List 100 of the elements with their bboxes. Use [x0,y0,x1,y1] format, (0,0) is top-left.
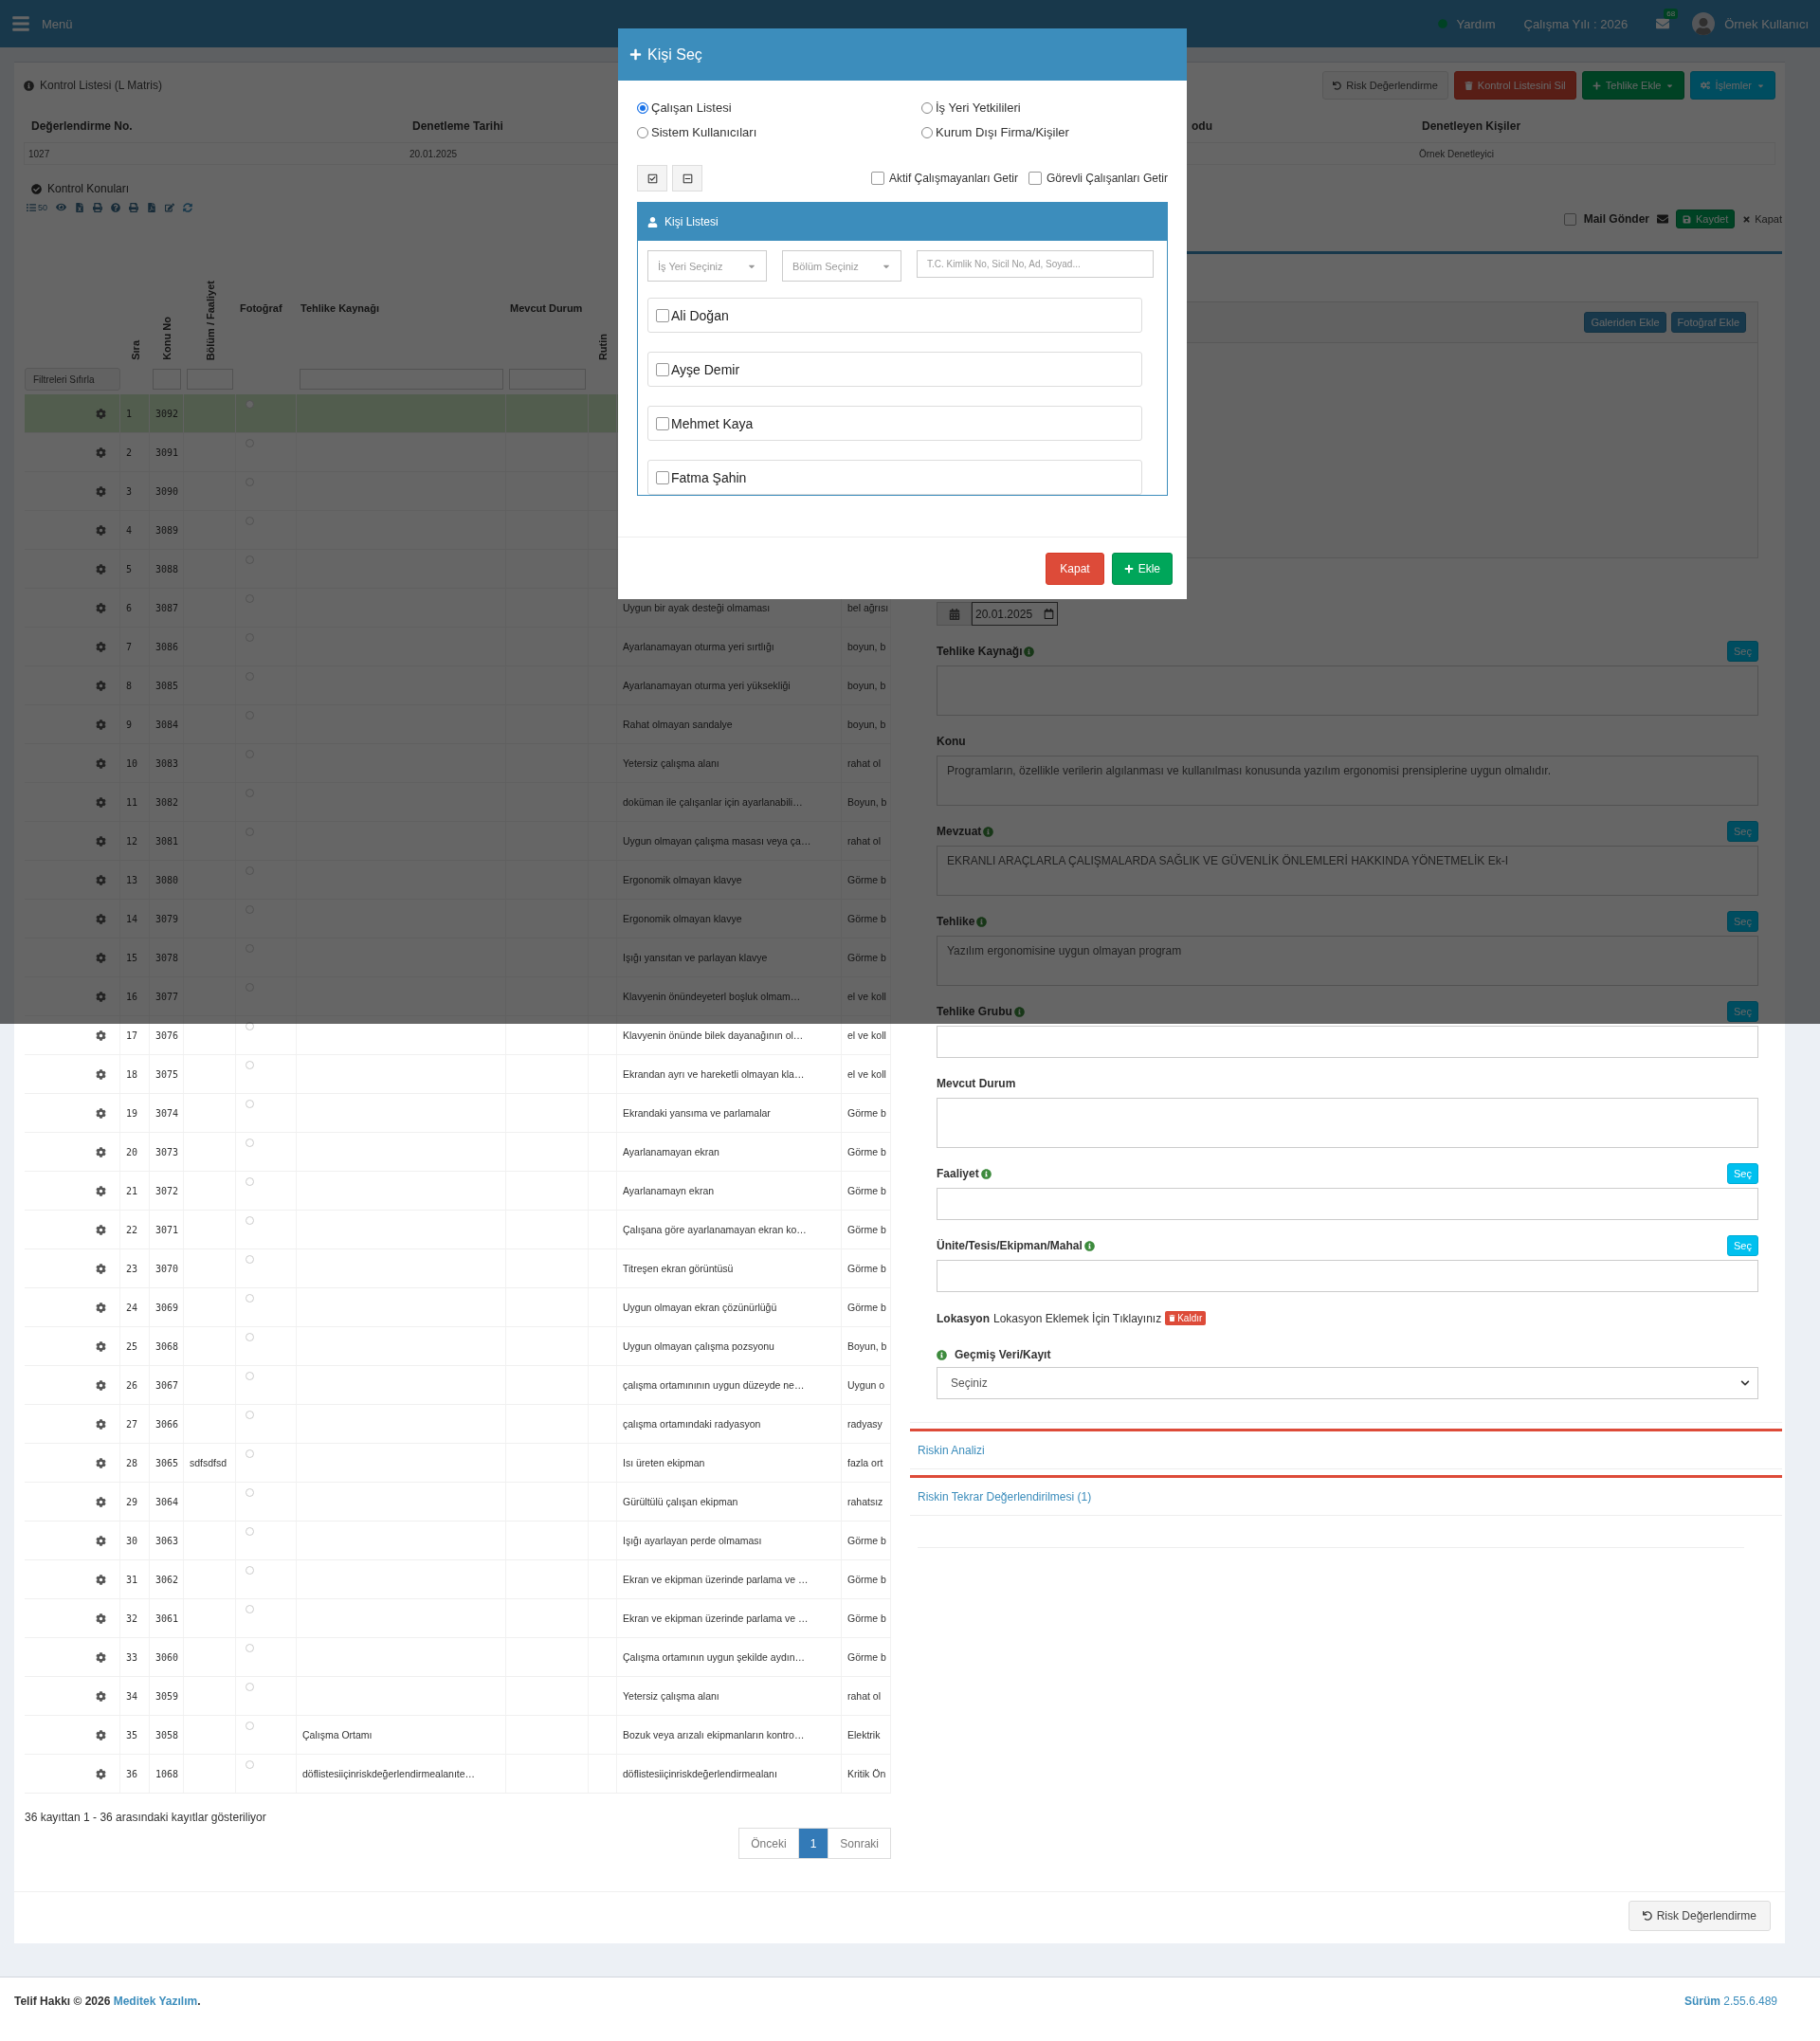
radio-label[interactable]: Kurum Dışı Firma/Kişiler [936,125,1069,139]
column-header[interactable]: Rutin [597,333,609,360]
photo-radio[interactable] [246,1333,254,1341]
text-area[interactable]: EKRANLI ARAÇLARLA ÇALIŞMALARDA SAĞLIK VE GÜVENLİK ÖNLEMLERİ HAKKINDA YÖNETMELİK Ek-I [937,846,1758,896]
select-button[interactable]: Seç [1727,1001,1758,1022]
modal-button[interactable]: Kapat [1046,552,1104,585]
table-row[interactable]: 21 3072 Ayarlanamayn ekran Görme b [25,1172,891,1211]
select-button[interactable]: Seç [1727,1163,1758,1184]
close-link[interactable]: Kapat [1742,213,1782,225]
user-name[interactable]: Örnek Kullanıcı [1724,16,1809,31]
date-field[interactable]: 20.01.2025 [972,602,1058,626]
checkbox[interactable] [656,416,669,430]
table-row[interactable]: 26 3067 çalışma ortamınının uygun düzeyde ne… Uygun o [25,1366,891,1405]
input-field[interactable] [937,1260,1758,1292]
person-item[interactable]: Ayşe Demir [647,352,1142,387]
select-button[interactable]: Seç [1727,911,1758,932]
gear-icon[interactable] [96,1613,106,1624]
gear-icon[interactable] [96,1146,106,1157]
select-button[interactable]: Seç [1727,1235,1758,1256]
modal-button[interactable]: Ekle [1111,552,1173,585]
table-row[interactable]: 7 3086 Ayarlanamayan oturma yeri sırtlığı boyun, b [25,628,891,666]
table-row[interactable]: 8 3085 Ayarlanamayan oturma yeri yüksekliği boyun, b [25,666,891,705]
location-link[interactable]: Lokasyon Eklemek İçin Tıklayınız [993,1311,1162,1325]
radio-label[interactable]: Sistem Kullanıcıları [651,125,757,139]
table-row[interactable]: 9 3084 Rahat olmayan sandalye boyun, b [25,705,891,744]
photo-radio[interactable] [246,1566,254,1575]
checkbox-label[interactable]: Aktif Çalışmayanları Getir [888,172,1018,185]
check-all-button[interactable] [637,165,667,191]
table-row[interactable]: 32 3061 Ekran ve ekipman üzerinde parlama ve … Görme b [25,1599,891,1638]
remove-button[interactable]: Kaldır [1165,1311,1207,1325]
menu-link[interactable]: Menü [42,16,73,31]
table-row[interactable]: 17 3076 Klavyenin önünde bilek dayanağının ol… el ve koll [25,1016,891,1055]
table-row[interactable]: 16 3077 Klavyenin önündeyeterl boşluk olmam… el ve koll [25,977,891,1016]
table-row[interactable]: 36 1068 döflistesiiçinriskdeğerlendirmealanıte… döflistesiiçinriskdeğerlendirmealanı Kritik Ön [25,1755,891,1794]
table-row[interactable]: 34 3059 Yetersiz çalışma alanı rahat ol [25,1677,891,1716]
header-button[interactable]: İşlemler [1690,71,1775,100]
photo-radio[interactable] [246,400,254,409]
input-field[interactable] [937,1026,1758,1058]
input-field[interactable] [937,1188,1758,1220]
accordion-link[interactable]: Riskin Analizi [918,1443,985,1457]
reset-filters-button[interactable]: Filtreleri Sıfırla [25,368,120,391]
radio-label[interactable]: Çalışan Listesi [651,100,732,115]
avatar-icon[interactable] [1692,12,1716,35]
gear-icon[interactable] [96,1263,106,1274]
checkbox[interactable] [1028,172,1042,185]
person-item[interactable]: Fatma Şahin [647,460,1142,495]
photo-radio[interactable] [246,1216,254,1225]
gear-icon[interactable] [96,1457,106,1468]
radio-button[interactable] [637,126,648,138]
photo-button[interactable]: Galeriden Ekle [1584,312,1666,333]
table-row[interactable]: 33 3060 Çalışma ortamının uygun şekilde aydın… Görme b [25,1638,891,1677]
gear-icon[interactable] [96,1379,106,1391]
page-button[interactable]: Sonraki [828,1828,891,1859]
mail-checkbox[interactable] [1563,212,1576,226]
gear-icon[interactable] [96,1535,106,1546]
gear-icon[interactable] [96,1107,106,1119]
photo-radio[interactable] [246,1411,254,1419]
file-icon[interactable] [75,202,84,212]
gear-icon[interactable] [96,1496,106,1507]
eye-icon[interactable] [56,202,66,212]
photo-radio[interactable] [246,1488,254,1497]
radio-button[interactable] [637,101,648,114]
gear-icon[interactable] [96,1729,106,1740]
table-row[interactable]: 30 3063 Işığı ayarlayan perde olmaması Görme b [25,1522,891,1560]
column-header[interactable]: Tehlike Kaynağı [300,302,379,314]
column-header[interactable]: Sıra [129,340,141,360]
table-row[interactable]: 31 3062 Ekran ve ekipman üzerinde parlama ve … Görme b [25,1560,891,1599]
radio-button[interactable] [921,101,933,114]
header-button[interactable]: Tehlike Ekle [1581,71,1685,100]
table-row[interactable]: 11 3082 doküman ile çalışanlar için ayarlanabili… Boyun, b [25,783,891,822]
photo-radio[interactable] [246,1061,254,1069]
department-select[interactable]: Bölüm Seçiniz [782,250,901,282]
column-header[interactable]: Bölüm / Faaliyet [204,280,216,360]
photo-button[interactable]: Fotoğraf Ekle [1670,312,1746,333]
table-row[interactable]: 19 3074 Ekrandaki yansıma ve parlamalar Görme b [25,1094,891,1133]
checkbox[interactable] [870,172,884,185]
gear-icon[interactable] [96,1302,106,1313]
photo-radio[interactable] [246,1527,254,1536]
select-button[interactable]: Seç [1727,641,1758,662]
gear-icon[interactable] [96,1768,106,1779]
photo-radio[interactable] [246,1139,254,1147]
table-row[interactable]: 23 3070 Titreşen ekran görüntüsü Görme b [25,1249,891,1288]
menu-icon[interactable] [11,14,30,33]
help-link[interactable]: Yardım [1456,16,1496,31]
radio-button[interactable] [921,126,933,138]
gear-icon[interactable] [96,1030,106,1041]
table-row[interactable]: 35 3058 Çalışma Ortamı Bozuk veya arızalı ekipmanların kontro… Elektrik [25,1716,891,1755]
photo-radio[interactable] [246,1722,254,1730]
checkbox[interactable] [656,362,669,376]
photo-radio[interactable] [246,1177,254,1186]
page-button[interactable]: Önceki [738,1828,799,1859]
table-row[interactable]: 27 3066 çalışma ortamındaki radyasyon radyasy [25,1405,891,1444]
gear-icon[interactable] [96,1690,106,1702]
search-field[interactable]: T.C. Kimlik No, Sicil No, Ad, Soyad... [917,250,1154,278]
photo-radio[interactable] [246,1605,254,1613]
table-row[interactable]: 15 3078 Işığı yansıtan ve parlayan klavye Görme b [25,938,891,977]
table-row[interactable]: 24 3069 Uygun olmayan ekran çözünürlüğü Görme b [25,1288,891,1327]
print-icon[interactable] [129,202,138,212]
photo-radio[interactable] [246,1255,254,1264]
file-icon[interactable] [147,202,156,212]
